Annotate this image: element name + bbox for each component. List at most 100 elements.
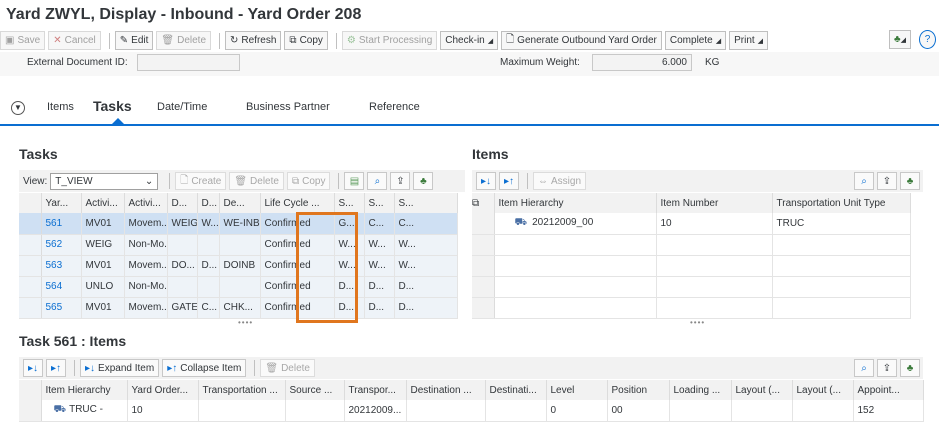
copy-button[interactable]: ⧉ Copy [284, 31, 328, 50]
upload-button[interactable]: ⇪ [390, 172, 411, 190]
checkin-menu-button[interactable]: Check-in ◢ [440, 31, 499, 50]
column-header[interactable]: Layout (... [792, 380, 854, 400]
task-id-link[interactable]: 564 [41, 276, 82, 298]
collapse-item-button[interactable]: ▸↑ Collapse Item [162, 359, 247, 377]
row-selector[interactable] [19, 255, 42, 277]
column-header[interactable]: Transportation Unit Type [772, 193, 911, 213]
search-button[interactable]: ⌕ [367, 172, 388, 190]
print-menu-button[interactable]: Print ◢ [729, 31, 769, 50]
edit-button[interactable]: ✎ Edit [114, 31, 154, 50]
table-row[interactable] [472, 234, 911, 256]
row-selector-header[interactable] [19, 380, 42, 400]
table-row[interactable]: 564 UNLO Non-Mo... Confirmed D... D... D… [19, 276, 458, 298]
task-id-link[interactable]: 561 [41, 213, 82, 235]
column-header[interactable]: Item Number [656, 193, 773, 213]
task-id-link[interactable]: 563 [41, 255, 82, 277]
delete-button[interactable]: 🗑 Delete [156, 31, 212, 50]
column-header[interactable]: Appoint... [853, 380, 924, 400]
table-row[interactable]: 561 MV01 Movem... WEIG W... WE-INB Confi… [19, 213, 458, 235]
settings-button[interactable]: ♣ [413, 172, 434, 190]
column-header[interactable]: Life Cycle ... [260, 193, 335, 213]
expand-item-button[interactable]: ▸↓ Expand Item [80, 359, 160, 377]
collapse-toggle-icon[interactable]: ▼ [11, 101, 25, 115]
scroll-handle[interactable]: •••• [238, 318, 253, 327]
save-button[interactable]: ▣ Save [0, 31, 46, 50]
collapse-all-button[interactable]: ▸↑ [499, 172, 519, 190]
tab-tasks[interactable]: Tasks [93, 98, 132, 114]
collapse-all-button[interactable]: ▸↑ [46, 359, 66, 377]
tab-reference[interactable]: Reference [369, 101, 420, 113]
column-header[interactable]: S... [334, 193, 365, 213]
column-header[interactable]: Layout (... [731, 380, 793, 400]
table-row[interactable]: 562 WEIG Non-Mo... Confirmed W... W... W… [19, 234, 458, 256]
column-header[interactable]: Item Hierarchy [494, 193, 657, 213]
column-header[interactable]: Level [546, 380, 608, 400]
tab-business-partner[interactable]: Business Partner [246, 101, 330, 113]
row-selector[interactable] [472, 234, 495, 256]
upload-button[interactable]: ⇪ [877, 359, 897, 377]
row-selector[interactable] [472, 213, 495, 235]
tab-date-time[interactable]: Date/Time [157, 101, 207, 113]
column-header[interactable]: D... [197, 193, 220, 213]
column-header[interactable]: D... [167, 193, 198, 213]
column-header[interactable]: Destinati... [485, 380, 547, 400]
task-id-link[interactable]: 562 [41, 234, 82, 256]
table-row[interactable]: 563 MV01 Movem... DO... D... DOINB Confi… [19, 255, 458, 277]
complete-menu-button[interactable]: Complete ◢ [664, 31, 727, 50]
table-row[interactable] [472, 276, 911, 298]
column-header[interactable]: S... [394, 193, 458, 213]
row-selector[interactable] [472, 297, 495, 319]
table-row[interactable]: ⛟ TRUC - 10 20212009... 0 00 152 [19, 400, 924, 422]
create-task-button[interactable]: 🗋 Create [175, 172, 227, 190]
tree-icon-header[interactable]: ⧉ [472, 193, 495, 213]
maximum-weight-field[interactable]: 6.000 [592, 54, 692, 71]
start-processing-button[interactable]: ⚙ Start Processing [341, 31, 438, 50]
row-selector[interactable] [19, 276, 42, 298]
upload-button[interactable]: ⇪ [877, 172, 897, 190]
column-header[interactable]: S... [364, 193, 395, 213]
search-button[interactable]: ⌕ [854, 172, 874, 190]
assign-button[interactable]: ⇔ Assign [533, 172, 587, 190]
row-selector-header[interactable] [19, 193, 42, 213]
column-header[interactable]: Transpor... [344, 380, 407, 400]
row-selector[interactable] [19, 297, 42, 319]
column-header[interactable]: Activi... [81, 193, 125, 213]
table-row[interactable]: 565 MV01 Movem... GATE C... CHK... Confi… [19, 297, 458, 319]
column-header[interactable]: Yard Order... [127, 380, 199, 400]
column-header[interactable]: Destination ... [406, 380, 486, 400]
row-selector[interactable] [19, 213, 42, 235]
expand-all-button[interactable]: ▸↓ [476, 172, 496, 190]
help-button[interactable]: ? [919, 30, 936, 49]
row-selector[interactable] [19, 234, 42, 256]
delete-item-button[interactable]: 🗑 Delete [260, 359, 315, 377]
settings-button[interactable]: ♣ [900, 359, 920, 377]
tab-items[interactable]: Items [47, 101, 74, 113]
external-document-field[interactable] [137, 54, 240, 71]
column-header[interactable]: Loading ... [669, 380, 732, 400]
row-selector[interactable] [472, 276, 495, 298]
settings-button[interactable]: ♣ [900, 172, 920, 190]
table-row[interactable]: ⛟ 20212009_00 10 TRUC [472, 213, 911, 235]
refresh-button[interactable]: ↻ Refresh [225, 31, 282, 50]
column-header[interactable]: Yar... [41, 193, 82, 213]
row-selector[interactable] [472, 255, 495, 277]
column-header[interactable]: Position [607, 380, 670, 400]
search-button[interactable]: ⌕ [854, 359, 874, 377]
view-select[interactable]: T_VIEW ⌄ [50, 172, 159, 190]
export-button[interactable]: ▤ [344, 172, 365, 190]
copy-task-button[interactable]: ⧉ Copy [286, 172, 331, 190]
personalize-button[interactable]: ♣ ◢ [889, 30, 911, 49]
table-row[interactable] [472, 297, 911, 319]
task-id-link[interactable]: 565 [41, 297, 82, 319]
generate-outbound-button[interactable]: 🗋 Generate Outbound Yard Order [501, 31, 662, 50]
scroll-handle[interactable]: •••• [690, 318, 705, 327]
column-header[interactable]: Item Hierarchy [41, 380, 128, 400]
table-row[interactable] [472, 255, 911, 277]
delete-task-button[interactable]: 🗑 Delete [229, 172, 284, 190]
column-header[interactable]: Transportation ... [198, 380, 286, 400]
column-header[interactable]: Source ... [285, 380, 345, 400]
column-header[interactable]: De... [219, 193, 261, 213]
column-header[interactable]: Activi... [124, 193, 168, 213]
cancel-button[interactable]: ✕ Cancel [48, 31, 101, 50]
expand-all-button[interactable]: ▸↓ [23, 359, 43, 377]
